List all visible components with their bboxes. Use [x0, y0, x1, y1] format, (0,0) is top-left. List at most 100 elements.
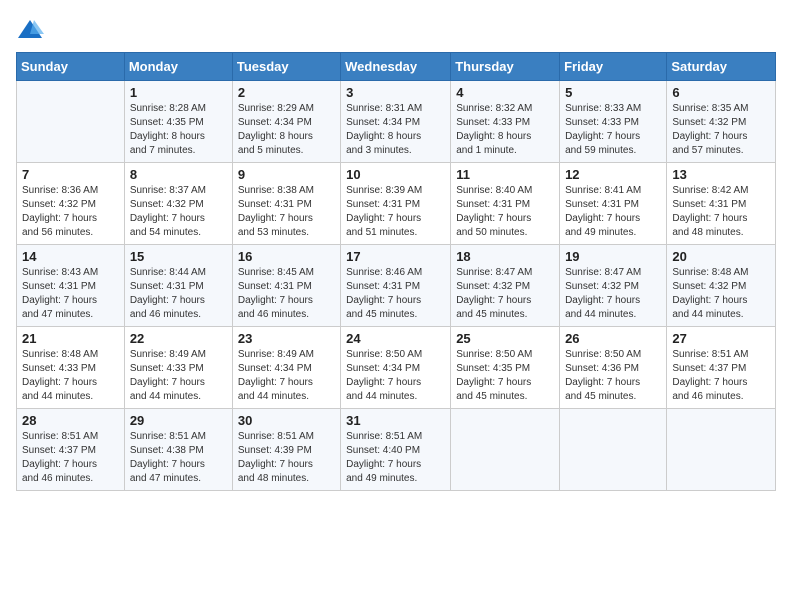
logo	[16, 16, 48, 44]
header-friday: Friday	[560, 53, 667, 81]
week-row-2: 7 Sunrise: 8:36 AMSunset: 4:32 PMDaylight…	[17, 163, 776, 245]
day-number: 2	[238, 85, 335, 100]
day-info: Sunrise: 8:50 AMSunset: 4:34 PMDaylight:…	[346, 348, 445, 404]
day-cell: 29 Sunrise: 8:51 AMSunset: 4:38 PMDayligh…	[124, 409, 232, 491]
day-info: Sunrise: 8:32 AMSunset: 4:33 PMDaylight:…	[456, 102, 554, 158]
day-number: 6	[672, 85, 770, 100]
day-info: Sunrise: 8:49 AMSunset: 4:34 PMDaylight:…	[238, 348, 335, 404]
day-cell: 22 Sunrise: 8:49 AMSunset: 4:33 PMDayligh…	[124, 327, 232, 409]
day-info: Sunrise: 8:41 AMSunset: 4:31 PMDaylight:…	[565, 184, 661, 240]
day-cell	[667, 409, 776, 491]
day-cell: 30 Sunrise: 8:51 AMSunset: 4:39 PMDayligh…	[232, 409, 340, 491]
day-info: Sunrise: 8:28 AMSunset: 4:35 PMDaylight:…	[130, 102, 227, 158]
header-thursday: Thursday	[451, 53, 560, 81]
day-number: 29	[130, 413, 227, 428]
day-cell: 23 Sunrise: 8:49 AMSunset: 4:34 PMDayligh…	[232, 327, 340, 409]
day-info: Sunrise: 8:40 AMSunset: 4:31 PMDaylight:…	[456, 184, 554, 240]
day-number: 30	[238, 413, 335, 428]
day-info: Sunrise: 8:47 AMSunset: 4:32 PMDaylight:…	[456, 266, 554, 322]
day-number: 21	[22, 331, 119, 346]
day-cell: 15Sunrise: 8:44 AMSunset: 4:31 PMDayligh…	[124, 245, 232, 327]
day-info: Sunrise: 8:38 AMSunset: 4:31 PMDaylight:…	[238, 184, 335, 240]
day-number: 31	[346, 413, 445, 428]
header-wednesday: Wednesday	[341, 53, 451, 81]
day-info: Sunrise: 8:39 AMSunset: 4:31 PMDaylight:…	[346, 184, 445, 240]
day-cell: 7 Sunrise: 8:36 AMSunset: 4:32 PMDaylight…	[17, 163, 125, 245]
day-number: 8	[130, 167, 227, 182]
logo-icon	[16, 16, 44, 44]
day-cell: 12Sunrise: 8:41 AMSunset: 4:31 PMDayligh…	[560, 163, 667, 245]
day-cell	[560, 409, 667, 491]
day-cell: 2 Sunrise: 8:29 AMSunset: 4:34 PMDaylight…	[232, 81, 340, 163]
day-number: 16	[238, 249, 335, 264]
day-cell: 4 Sunrise: 8:32 AMSunset: 4:33 PMDaylight…	[451, 81, 560, 163]
day-number: 15	[130, 249, 227, 264]
day-info: Sunrise: 8:48 AMSunset: 4:32 PMDaylight:…	[672, 266, 770, 322]
header-tuesday: Tuesday	[232, 53, 340, 81]
day-info: Sunrise: 8:51 AMSunset: 4:37 PMDaylight:…	[672, 348, 770, 404]
day-number: 10	[346, 167, 445, 182]
day-info: Sunrise: 8:48 AMSunset: 4:33 PMDaylight:…	[22, 348, 119, 404]
week-row-1: 1 Sunrise: 8:28 AMSunset: 4:35 PMDaylight…	[17, 81, 776, 163]
day-info: Sunrise: 8:45 AMSunset: 4:31 PMDaylight:…	[238, 266, 335, 322]
day-number: 27	[672, 331, 770, 346]
day-number: 22	[130, 331, 227, 346]
day-number: 17	[346, 249, 445, 264]
day-cell: 11 Sunrise: 8:40 AMSunset: 4:31 PMDayligh…	[451, 163, 560, 245]
day-number: 25	[456, 331, 554, 346]
day-cell: 5 Sunrise: 8:33 AMSunset: 4:33 PMDaylight…	[560, 81, 667, 163]
day-number: 14	[22, 249, 119, 264]
day-info: Sunrise: 8:29 AMSunset: 4:34 PMDaylight:…	[238, 102, 335, 158]
day-info: Sunrise: 8:51 AMSunset: 4:40 PMDaylight:…	[346, 430, 445, 486]
day-cell: 26Sunrise: 8:50 AMSunset: 4:36 PMDayligh…	[560, 327, 667, 409]
day-number: 11	[456, 167, 554, 182]
day-cell: 8 Sunrise: 8:37 AMSunset: 4:32 PMDaylight…	[124, 163, 232, 245]
day-cell: 3Sunrise: 8:31 AMSunset: 4:34 PMDaylight…	[341, 81, 451, 163]
day-info: Sunrise: 8:51 AMSunset: 4:37 PMDaylight:…	[22, 430, 119, 486]
day-number: 7	[22, 167, 119, 182]
day-number: 23	[238, 331, 335, 346]
header-monday: Monday	[124, 53, 232, 81]
day-cell: 10 Sunrise: 8:39 AMSunset: 4:31 PMDayligh…	[341, 163, 451, 245]
day-cell: 31 Sunrise: 8:51 AMSunset: 4:40 PMDayligh…	[341, 409, 451, 491]
day-cell: 19Sunrise: 8:47 AMSunset: 4:32 PMDayligh…	[560, 245, 667, 327]
week-row-4: 21 Sunrise: 8:48 AMSunset: 4:33 PMDayligh…	[17, 327, 776, 409]
day-info: Sunrise: 8:33 AMSunset: 4:33 PMDaylight:…	[565, 102, 661, 158]
day-cell	[451, 409, 560, 491]
day-number: 18	[456, 249, 554, 264]
day-info: Sunrise: 8:51 AMSunset: 4:38 PMDaylight:…	[130, 430, 227, 486]
day-number: 4	[456, 85, 554, 100]
day-number: 1	[130, 85, 227, 100]
day-cell: 14 Sunrise: 8:43 AMSunset: 4:31 PMDayligh…	[17, 245, 125, 327]
day-info: Sunrise: 8:36 AMSunset: 4:32 PMDaylight:…	[22, 184, 119, 240]
day-cell	[17, 81, 125, 163]
day-info: Sunrise: 8:50 AMSunset: 4:35 PMDaylight:…	[456, 348, 554, 404]
day-number: 20	[672, 249, 770, 264]
header-saturday: Saturday	[667, 53, 776, 81]
day-cell: 6 Sunrise: 8:35 AMSunset: 4:32 PMDaylight…	[667, 81, 776, 163]
day-cell: 17 Sunrise: 8:46 AMSunset: 4:31 PMDayligh…	[341, 245, 451, 327]
day-info: Sunrise: 8:37 AMSunset: 4:32 PMDaylight:…	[130, 184, 227, 240]
day-cell: 16 Sunrise: 8:45 AMSunset: 4:31 PMDayligh…	[232, 245, 340, 327]
day-number: 9	[238, 167, 335, 182]
day-number: 19	[565, 249, 661, 264]
header-row: SundayMondayTuesdayWednesdayThursdayFrid…	[17, 53, 776, 81]
day-info: Sunrise: 8:35 AMSunset: 4:32 PMDaylight:…	[672, 102, 770, 158]
day-cell: 13Sunrise: 8:42 AMSunset: 4:31 PMDayligh…	[667, 163, 776, 245]
day-number: 5	[565, 85, 661, 100]
day-info: Sunrise: 8:50 AMSunset: 4:36 PMDaylight:…	[565, 348, 661, 404]
day-info: Sunrise: 8:46 AMSunset: 4:31 PMDaylight:…	[346, 266, 445, 322]
day-number: 24	[346, 331, 445, 346]
day-cell: 28 Sunrise: 8:51 AMSunset: 4:37 PMDayligh…	[17, 409, 125, 491]
day-info: Sunrise: 8:49 AMSunset: 4:33 PMDaylight:…	[130, 348, 227, 404]
day-number: 3	[346, 85, 445, 100]
header	[16, 16, 776, 44]
day-cell: 25 Sunrise: 8:50 AMSunset: 4:35 PMDayligh…	[451, 327, 560, 409]
day-cell: 9 Sunrise: 8:38 AMSunset: 4:31 PMDaylight…	[232, 163, 340, 245]
day-number: 28	[22, 413, 119, 428]
week-row-3: 14 Sunrise: 8:43 AMSunset: 4:31 PMDayligh…	[17, 245, 776, 327]
day-info: Sunrise: 8:42 AMSunset: 4:31 PMDaylight:…	[672, 184, 770, 240]
day-info: Sunrise: 8:51 AMSunset: 4:39 PMDaylight:…	[238, 430, 335, 486]
day-info: Sunrise: 8:43 AMSunset: 4:31 PMDaylight:…	[22, 266, 119, 322]
day-cell: 1 Sunrise: 8:28 AMSunset: 4:35 PMDaylight…	[124, 81, 232, 163]
